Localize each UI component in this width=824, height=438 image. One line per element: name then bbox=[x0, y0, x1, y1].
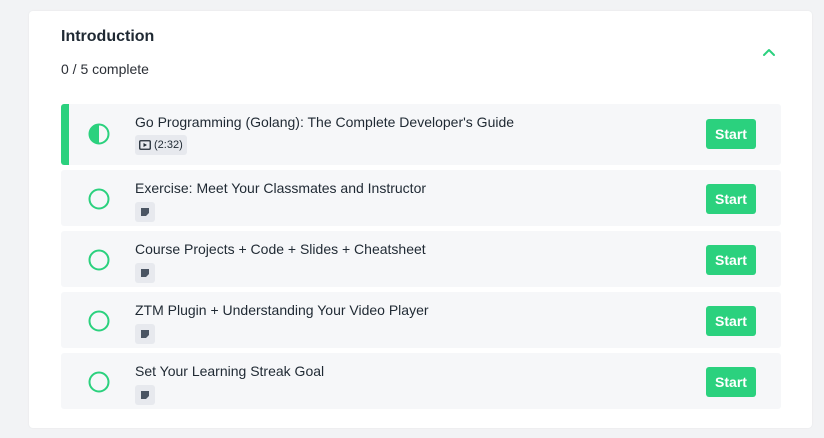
start-button[interactable]: Start bbox=[706, 119, 756, 149]
circle-empty-icon bbox=[88, 188, 110, 210]
video-icon bbox=[139, 140, 151, 150]
circle-empty-icon bbox=[88, 371, 110, 393]
lecture-row[interactable]: Exercise: Meet Your Classmates and Instr… bbox=[61, 170, 781, 226]
lecture-meta bbox=[135, 202, 155, 222]
start-button[interactable]: Start bbox=[706, 245, 756, 275]
lecture-title[interactable]: Go Programming (Golang): The Complete De… bbox=[135, 114, 514, 130]
circle-empty-icon bbox=[88, 249, 110, 271]
circle-empty-icon bbox=[88, 310, 110, 332]
text-icon bbox=[141, 208, 149, 216]
section-title: Introduction bbox=[61, 28, 155, 45]
lecture-title[interactable]: Set Your Learning Streak Goal bbox=[135, 363, 324, 379]
lecture-meta bbox=[135, 263, 155, 283]
lecture-meta bbox=[135, 385, 155, 405]
section-card: Introduction 0 / 5 complete Go Programmi… bbox=[29, 11, 812, 428]
text-icon bbox=[141, 330, 149, 338]
start-button[interactable]: Start bbox=[706, 306, 756, 336]
lecture-title[interactable]: Course Projects + Code + Slides + Cheats… bbox=[135, 241, 426, 257]
collapse-button[interactable] bbox=[758, 41, 780, 63]
lecture-list: Go Programming (Golang): The Complete De… bbox=[61, 104, 781, 414]
lecture-row[interactable]: ZTM Plugin + Understanding Your Video Pl… bbox=[61, 292, 781, 348]
section-progress: 0 / 5 complete bbox=[61, 61, 149, 77]
lecture-meta bbox=[135, 324, 155, 344]
lecture-title[interactable]: Exercise: Meet Your Classmates and Instr… bbox=[135, 180, 426, 196]
text-icon bbox=[141, 391, 149, 399]
lecture-title[interactable]: ZTM Plugin + Understanding Your Video Pl… bbox=[135, 302, 429, 318]
lecture-duration: (2:32) bbox=[154, 139, 183, 151]
chevron-up-icon bbox=[763, 49, 775, 56]
start-button[interactable]: Start bbox=[706, 367, 756, 397]
lecture-row[interactable]: Course Projects + Code + Slides + Cheats… bbox=[61, 231, 781, 287]
lecture-row[interactable]: Go Programming (Golang): The Complete De… bbox=[61, 104, 781, 165]
lecture-meta: (2:32) bbox=[135, 135, 187, 155]
text-icon bbox=[141, 269, 149, 277]
lecture-row[interactable]: Set Your Learning Streak Goal Start bbox=[61, 353, 781, 409]
start-button[interactable]: Start bbox=[706, 184, 756, 214]
active-indicator bbox=[61, 104, 69, 165]
half-circle-progress-icon bbox=[88, 123, 110, 145]
